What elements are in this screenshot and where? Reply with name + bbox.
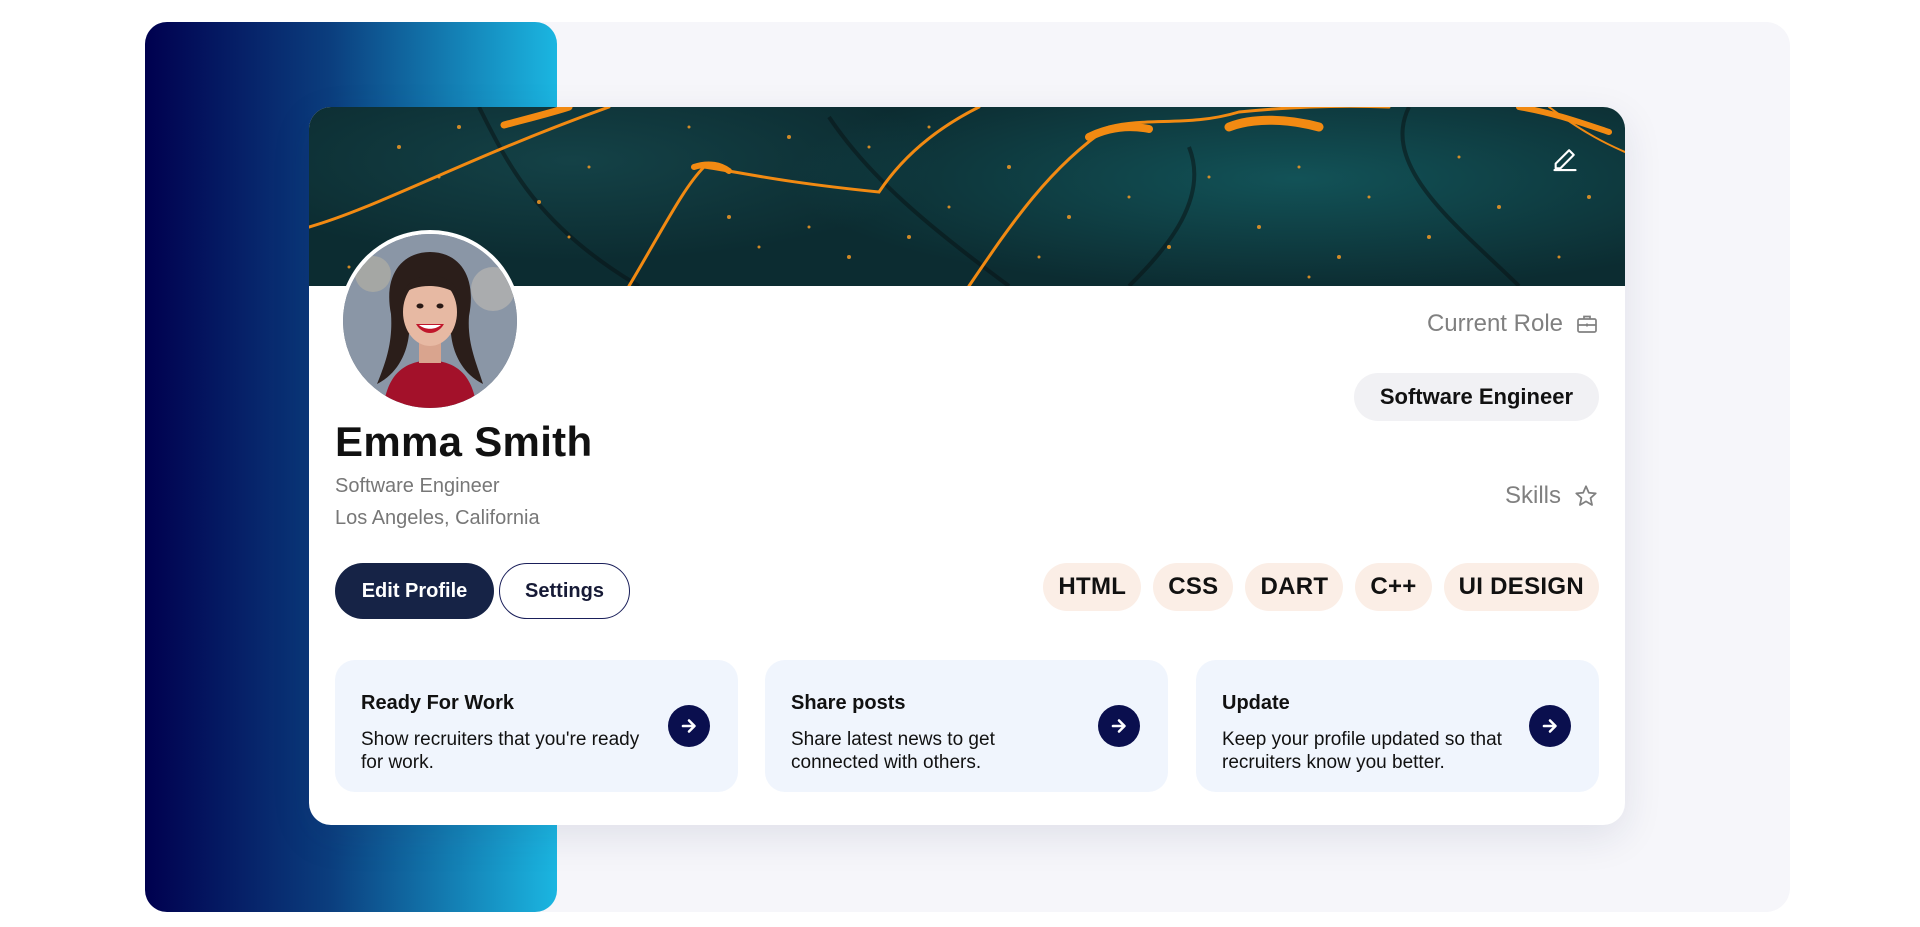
pencil-icon <box>1553 149 1577 172</box>
skill-tag: CSS <box>1153 563 1234 611</box>
ready-for-work-arrow-button[interactable] <box>668 705 710 747</box>
share-posts-arrow-button[interactable] <box>1098 705 1140 747</box>
profile-title: Software Engineer <box>335 475 500 497</box>
edit-profile-button[interactable]: Edit Profile <box>335 563 494 619</box>
profile-name: Emma Smith <box>335 418 593 465</box>
avatar-photo <box>343 234 517 408</box>
action-card-description: Share latest news to get connected with … <box>791 729 995 773</box>
arrow-right-icon <box>681 719 696 733</box>
skill-tag: UI DESIGN <box>1443 563 1599 611</box>
skills-header: Skills <box>1505 482 1599 510</box>
skills-label: Skills <box>1504 482 1561 509</box>
skills-list: HTML CSS DART C++ UI DESIGN <box>1043 563 1599 611</box>
update-card[interactable]: Update Keep your profile updated so that… <box>1196 660 1599 792</box>
profile-location: Los Angeles, California <box>335 507 540 529</box>
current-role-label: Current Role <box>1426 310 1563 337</box>
briefcase-icon <box>1577 315 1597 333</box>
action-card-description: Keep your profile updated so that recrui… <box>1222 729 1502 773</box>
update-arrow-button[interactable] <box>1529 705 1571 747</box>
avatar[interactable] <box>339 230 521 412</box>
current-role-badge: Software Engineer <box>1353 373 1599 421</box>
profile-card: Emma Smith Software Engineer Los Angeles… <box>309 107 1625 825</box>
skill-tag: C++ <box>1355 563 1432 611</box>
page: Emma Smith Software Engineer Los Angeles… <box>0 0 1920 927</box>
arrow-right-icon <box>1542 719 1557 733</box>
ready-for-work-card[interactable]: Ready For Work Show recruiters that you'… <box>335 660 738 792</box>
arrow-right-icon <box>1111 719 1126 733</box>
action-card-title: Share posts <box>791 692 906 714</box>
cover-artwork <box>309 107 1625 286</box>
current-role-header: Current Role <box>1427 310 1599 338</box>
action-card-description: Show recruiters that you're ready for wo… <box>361 729 640 773</box>
star-icon <box>1575 485 1597 506</box>
skill-tag: HTML <box>1043 563 1142 611</box>
action-card-title: Ready For Work <box>361 692 514 714</box>
share-posts-card[interactable]: Share posts Share latest news to get con… <box>765 660 1168 792</box>
skill-tag: DART <box>1245 563 1344 611</box>
action-card-title: Update <box>1222 692 1290 714</box>
edit-cover-button[interactable] <box>1551 145 1585 179</box>
settings-button[interactable]: Settings <box>499 563 630 619</box>
cover-image <box>309 107 1625 286</box>
